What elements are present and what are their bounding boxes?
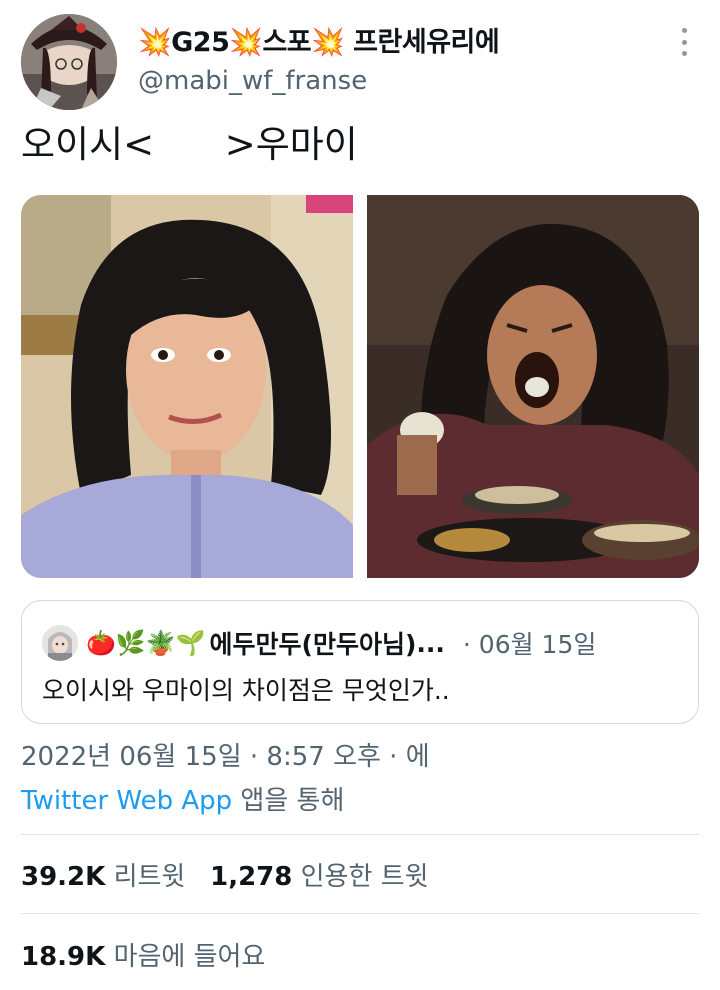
- more-options-icon[interactable]: [672, 28, 696, 56]
- retweets-count: 39.2K: [21, 862, 106, 892]
- retweets-count-link[interactable]: 39.2K 리트윗: [21, 862, 185, 892]
- quotes-count-link[interactable]: 1,278 인용한 트윗: [210, 862, 428, 892]
- divider: [21, 834, 699, 835]
- likes-label: 마음에 들어요: [113, 942, 266, 972]
- quoted-tweet-date: · 06월 15일: [462, 630, 597, 659]
- tweet-timestamp[interactable]: 2022년 06월 15일 · 8:57 오후 · 에: [21, 736, 430, 773]
- quoted-author-name-ellipsis: ...: [416, 628, 445, 658]
- author-display-name[interactable]: 💥G25💥스포💥 프란세유리에: [138, 20, 500, 59]
- likes-count: 18.9K: [21, 942, 106, 972]
- man-photo-image: [367, 195, 699, 578]
- quotes-label: 인용한 트윗: [300, 862, 429, 892]
- source-suffix: 앱을 통해: [232, 786, 345, 816]
- author-avatar[interactable]: [21, 14, 117, 110]
- tweet-text: 오이시< >우마이: [21, 123, 358, 166]
- quoted-author-name[interactable]: 에두만두(만두아님): [210, 625, 417, 661]
- photo-right[interactable]: [367, 195, 699, 578]
- quoted-tweet-text: 오이시와 우마이의 차이점은 무엇인가..: [42, 676, 450, 705]
- quoted-author-emoji-icons: 🍅🌿🪴🌱: [86, 629, 206, 657]
- photo-left[interactable]: [21, 195, 353, 578]
- quoted-avatar-image: [42, 625, 78, 661]
- divider: [21, 913, 699, 914]
- quoted-tweet[interactable]: 🍅🌿🪴🌱 에두만두(만두아님) ... · 06월 15일 오이시와 우마이의 …: [21, 600, 699, 724]
- retweets-label: 리트윗: [113, 862, 186, 892]
- quotes-count: 1,278: [210, 862, 293, 892]
- quoted-tweet-header: 🍅🌿🪴🌱 에두만두(만두아님) ... · 06월 15일: [42, 625, 596, 661]
- media-grid: [21, 195, 699, 578]
- quoted-author-avatar[interactable]: [42, 625, 78, 661]
- author-handle[interactable]: @mabi_wf_franse: [138, 66, 367, 96]
- retweet-quote-stats: 39.2K 리트윗 1,278 인용한 트윗: [21, 856, 429, 893]
- avatar-image: [21, 14, 117, 110]
- likes-stats: 18.9K 마음에 들어요: [21, 936, 265, 973]
- tweet-source: Twitter Web App 앱을 통해: [21, 780, 344, 817]
- likes-count-link[interactable]: 18.9K 마음에 들어요: [21, 942, 265, 972]
- woman-photo-image: [21, 195, 353, 578]
- source-app-link[interactable]: Twitter Web App: [21, 786, 232, 816]
